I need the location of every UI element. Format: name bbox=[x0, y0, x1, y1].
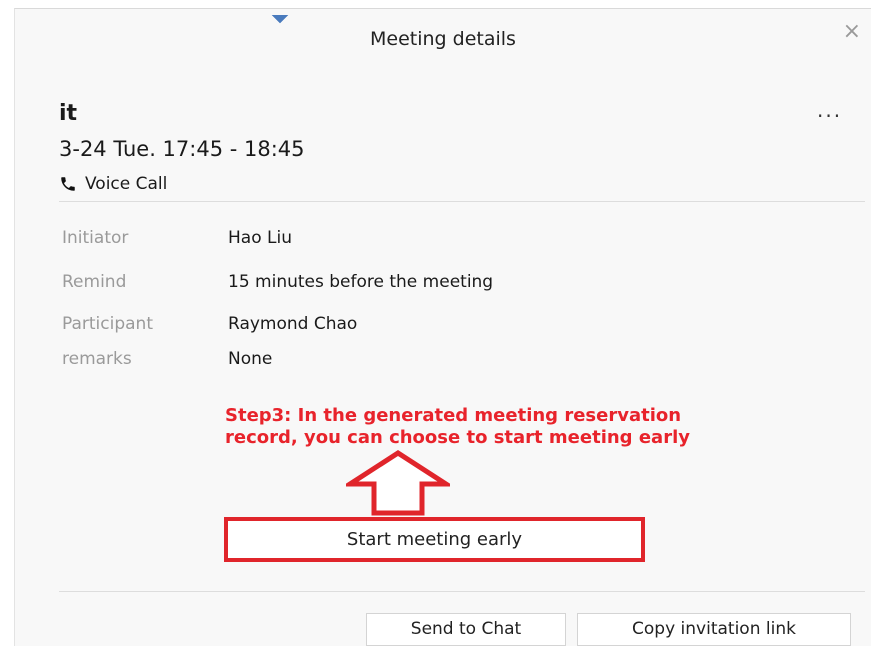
close-icon[interactable]: × bbox=[843, 21, 861, 43]
more-options-icon[interactable]: ... bbox=[817, 98, 842, 122]
remarks-label: remarks bbox=[62, 349, 132, 369]
participant-label: Participant bbox=[62, 314, 154, 334]
dialog-title: Meeting details bbox=[370, 28, 516, 50]
meeting-name: it bbox=[59, 101, 78, 126]
step3-annotation: Step3: In the generated meeting reservat… bbox=[225, 405, 875, 449]
remind-label: Remind bbox=[62, 272, 127, 292]
meeting-time: 3-24 Tue. 17:45 - 18:45 bbox=[59, 137, 305, 161]
call-type-label: Voice Call bbox=[85, 174, 168, 194]
annotation-line-2: record, you can choose to start meeting … bbox=[225, 427, 690, 448]
phone-icon bbox=[61, 177, 75, 191]
initiator-label: Initiator bbox=[62, 228, 129, 248]
meeting-details-dialog: Meeting details × it ... 3-24 Tue. 17:45… bbox=[14, 8, 871, 646]
popover-caret bbox=[272, 7, 289, 24]
initiator-value: Hao Liu bbox=[228, 228, 292, 248]
remarks-value: None bbox=[228, 349, 273, 369]
start-meeting-early-button[interactable]: Start meeting early bbox=[224, 517, 645, 562]
divider bbox=[59, 201, 865, 202]
annotation-line-1: Step3: In the generated meeting reservat… bbox=[225, 405, 682, 426]
remind-value: 15 minutes before the meeting bbox=[228, 272, 494, 292]
call-type: Voice Call bbox=[59, 174, 167, 194]
copy-invitation-link-button[interactable]: Copy invitation link bbox=[577, 613, 851, 646]
up-arrow-annotation-icon bbox=[346, 450, 450, 516]
footer-divider bbox=[59, 591, 865, 592]
participant-value: Raymond Chao bbox=[228, 314, 358, 334]
send-to-chat-button[interactable]: Send to Chat bbox=[366, 613, 566, 646]
